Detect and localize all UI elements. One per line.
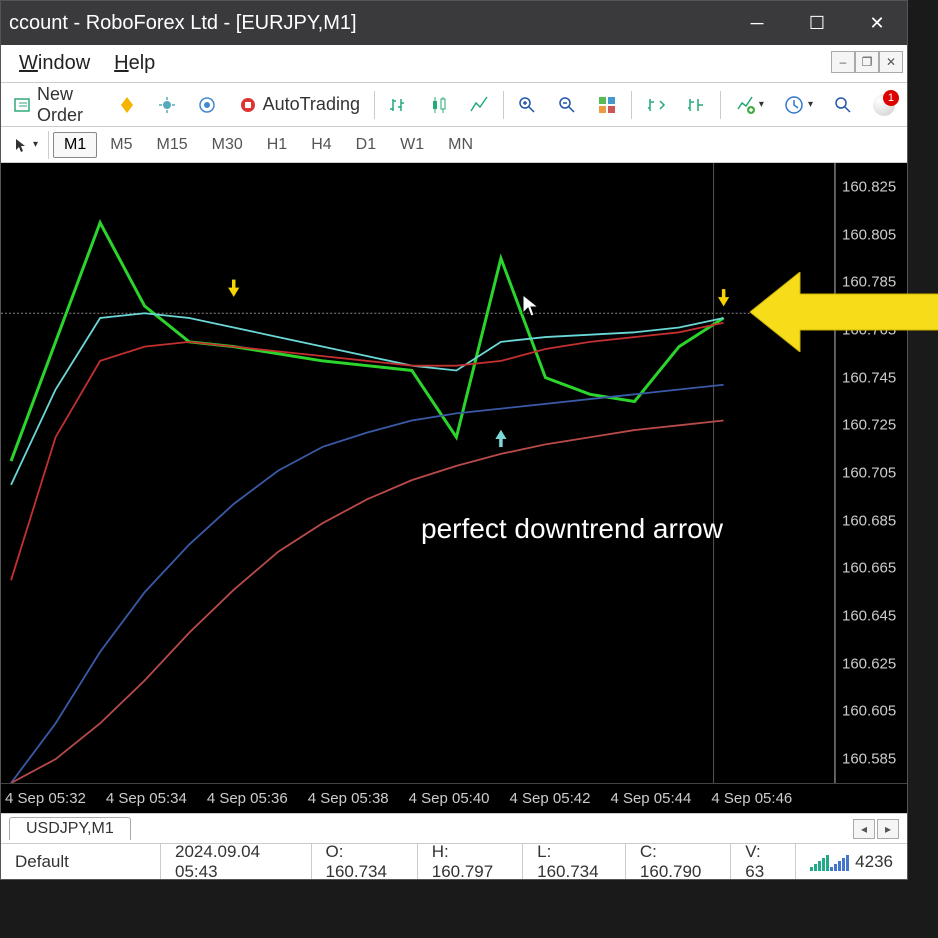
status-datetime: 2024.09.04 05:43 xyxy=(161,844,312,879)
chart-tab-label: USDJPY,M1 xyxy=(26,820,114,837)
chart-svg xyxy=(1,163,834,783)
autotrading-button[interactable]: AutoTrading xyxy=(229,90,368,120)
autotrading-label: AutoTrading xyxy=(263,94,360,115)
y-tick: 160.605 xyxy=(842,703,896,720)
indicators-icon[interactable]: ▾ xyxy=(727,91,772,119)
autotrading-icon xyxy=(237,94,259,116)
toolbar-separator xyxy=(48,131,49,159)
time-axis: 4 Sep 05:32 4 Sep 05:34 4 Sep 05:36 4 Sep 0… xyxy=(1,783,907,813)
y-tick: 160.745 xyxy=(842,369,896,386)
toolbar-separator xyxy=(374,91,375,119)
mdi-controls: – ❐ ✕ xyxy=(831,51,903,73)
window-controls: ─ ☐ ✕ xyxy=(727,1,907,45)
price-axis: 160.585 160.605 160.625 160.645 160.665 160.6… xyxy=(835,163,907,783)
titlebar: ccount - RoboForex Ltd - [EURJPY,M1] ─ ☐… xyxy=(1,1,907,45)
y-tick: 160.805 xyxy=(842,226,896,243)
menu-help[interactable]: Help xyxy=(102,48,167,79)
status-profile[interactable]: Default xyxy=(1,844,161,879)
timeframe-w1[interactable]: W1 xyxy=(389,132,435,158)
timeframe-m30[interactable]: M30 xyxy=(201,132,254,158)
new-order-icon xyxy=(13,94,33,116)
window-title: ccount - RoboForex Ltd - [EURJPY,M1] xyxy=(9,12,357,35)
line-chart-icon[interactable] xyxy=(461,91,497,119)
timeframe-h4[interactable]: H4 xyxy=(300,132,342,158)
statusbar: Default 2024.09.04 05:43 O: 160.734 H: 1… xyxy=(1,843,907,879)
app-window: ccount - RoboForex Ltd - [EURJPY,M1] ─ ☐… xyxy=(0,0,908,880)
x-tick: 4 Sep 05:44 xyxy=(610,790,691,807)
y-tick: 160.685 xyxy=(842,512,896,529)
connection-value: 4236 xyxy=(855,852,893,872)
mouse-cursor-icon xyxy=(521,293,541,325)
new-order-button[interactable]: New Order xyxy=(5,80,105,130)
status-connection[interactable]: 4236 xyxy=(796,844,907,879)
mdi-minimize-button[interactable]: – xyxy=(831,51,855,73)
y-tick: 160.665 xyxy=(842,560,896,577)
bar-chart-icon[interactable] xyxy=(381,91,417,119)
shift-chart-icon[interactable] xyxy=(638,91,674,119)
timeframe-m15[interactable]: M15 xyxy=(146,132,199,158)
status-high: H: 160.797 xyxy=(418,844,523,879)
status-open: O: 160.734 xyxy=(312,844,418,879)
highlight-arrow-icon xyxy=(750,272,938,352)
tab-scroll-controls: ◂ ▸ xyxy=(853,819,899,839)
timeframe-mn[interactable]: MN xyxy=(437,132,484,158)
chart-plot-area[interactable]: perfect downtrend arrow xyxy=(1,163,835,783)
tab-scroll-right-button[interactable]: ▸ xyxy=(877,819,899,839)
expert-advisors-icon[interactable] xyxy=(149,91,185,119)
maximize-button[interactable]: ☐ xyxy=(787,1,847,45)
y-tick: 160.705 xyxy=(842,465,896,482)
chart-annotation: perfect downtrend arrow xyxy=(421,513,723,545)
connection-bars-icon xyxy=(810,853,849,871)
toolbar-separator xyxy=(720,91,721,119)
notifications-icon[interactable] xyxy=(865,90,903,120)
timeframe-toolbar: ▾ M1M5M15M30H1H4D1W1MN xyxy=(1,127,907,163)
y-tick: 160.725 xyxy=(842,417,896,434)
timeframe-buttons: M1M5M15M30H1H4D1W1MN xyxy=(53,132,484,158)
signals-icon[interactable] xyxy=(189,91,225,119)
y-tick: 160.585 xyxy=(842,751,896,768)
menu-window[interactable]: Window xyxy=(7,48,102,79)
periodicity-icon[interactable]: ▾ xyxy=(776,91,821,119)
timeframe-m1[interactable]: M1 xyxy=(53,132,97,158)
timeframe-m5[interactable]: M5 xyxy=(99,132,143,158)
status-close: C: 160.790 xyxy=(626,844,731,879)
cursor-tool-icon[interactable]: ▾ xyxy=(7,135,44,155)
close-button[interactable]: ✕ xyxy=(847,1,907,45)
toolbar-separator xyxy=(631,91,632,119)
tile-windows-icon[interactable] xyxy=(589,91,625,119)
chart-container[interactable]: perfect downtrend arrow 160.585160.60516… xyxy=(1,163,907,783)
main-toolbar: New Order AutoTrading ▾ ▾ xyxy=(1,83,907,127)
x-tick: 4 Sep 05:34 xyxy=(106,790,187,807)
y-tick: 160.825 xyxy=(842,178,896,195)
tab-scroll-left-button[interactable]: ◂ xyxy=(853,819,875,839)
timeframe-d1[interactable]: D1 xyxy=(345,132,387,158)
x-tick: 4 Sep 05:40 xyxy=(409,790,490,807)
x-tick: 4 Sep 05:42 xyxy=(510,790,591,807)
mdi-close-button[interactable]: ✕ xyxy=(879,51,903,73)
x-tick: 4 Sep 05:32 xyxy=(5,790,86,807)
x-tick: 4 Sep 05:46 xyxy=(711,790,792,807)
y-tick: 160.645 xyxy=(842,608,896,625)
metaquotes-icon[interactable] xyxy=(109,91,145,119)
auto-scroll-icon[interactable] xyxy=(678,91,714,119)
zoom-out-icon[interactable] xyxy=(549,91,585,119)
status-volume: V: 63 xyxy=(731,844,796,879)
menubar: Window Help – ❐ ✕ xyxy=(1,45,907,83)
chart-tabs: USDJPY,M1 ◂ ▸ xyxy=(1,813,907,843)
chart-tab[interactable]: USDJPY,M1 xyxy=(9,817,131,840)
x-tick: 4 Sep 05:36 xyxy=(207,790,288,807)
minimize-button[interactable]: ─ xyxy=(727,1,787,45)
status-low: L: 160.734 xyxy=(523,844,626,879)
templates-icon[interactable] xyxy=(825,91,861,119)
new-order-label: New Order xyxy=(37,84,97,126)
zoom-in-icon[interactable] xyxy=(509,91,545,119)
timeframe-h1[interactable]: H1 xyxy=(256,132,298,158)
candlestick-chart-icon[interactable] xyxy=(421,91,457,119)
y-tick: 160.625 xyxy=(842,655,896,672)
toolbar-separator xyxy=(503,91,504,119)
x-tick: 4 Sep 05:38 xyxy=(308,790,389,807)
mdi-restore-button[interactable]: ❐ xyxy=(855,51,879,73)
